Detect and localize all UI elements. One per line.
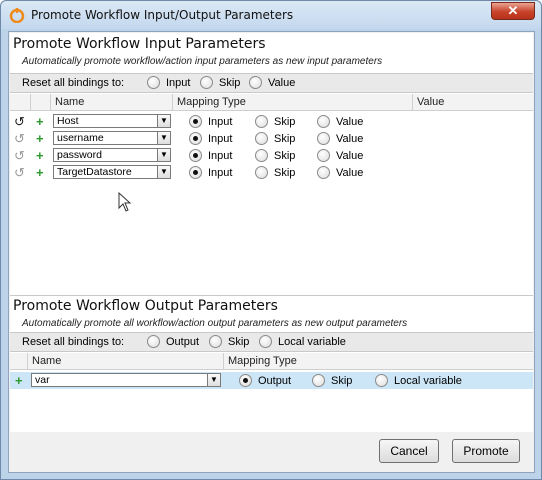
radio-icon[interactable] — [317, 149, 330, 162]
add-icon[interactable]: + — [36, 149, 44, 162]
radio-icon[interactable] — [249, 76, 262, 89]
output-section-subtitle: Automatically promote all workflow/actio… — [22, 318, 408, 329]
radio-icon[interactable] — [255, 132, 268, 145]
parameter-name-combo[interactable]: username ▼ — [53, 131, 171, 145]
mapping-local-variable-option[interactable]: Local variable — [375, 374, 462, 387]
chevron-down-icon[interactable]: ▼ — [157, 166, 170, 178]
undo-icon[interactable]: ↺ — [14, 132, 25, 145]
radio-icon[interactable] — [317, 115, 330, 128]
mapping-input-option[interactable]: Input — [189, 115, 232, 128]
chevron-down-icon[interactable]: ▼ — [157, 115, 170, 127]
input-reset-bar: Reset all bindings to: Input Skip Value — [10, 73, 533, 93]
undo-icon[interactable]: ↺ — [14, 166, 25, 179]
radio-icon[interactable] — [255, 166, 268, 179]
radio-icon[interactable] — [375, 374, 388, 387]
output-reset-bar: Reset all bindings to: Output Skip Local… — [10, 332, 533, 352]
radio-icon[interactable] — [255, 115, 268, 128]
parameter-name-combo[interactable]: Host ▼ — [53, 114, 171, 128]
column-header-value[interactable]: Value — [413, 94, 533, 110]
table-row[interactable]: + var ▼ Output Skip Local variable — [10, 372, 533, 389]
radio-icon[interactable] — [189, 132, 202, 145]
mapping-input-option[interactable]: Input — [189, 132, 232, 145]
column-header-name[interactable]: Name — [51, 94, 173, 110]
mapping-value-option[interactable]: Value — [317, 132, 363, 145]
undo-icon[interactable]: ↺ — [14, 115, 25, 128]
radio-icon[interactable] — [147, 76, 160, 89]
radio-icon[interactable] — [317, 132, 330, 145]
column-header-mapping-type[interactable]: Mapping Type — [224, 353, 533, 369]
mapping-output-option[interactable]: Output — [239, 374, 291, 387]
output-section-title: Promote Workflow Output Parameters — [13, 298, 278, 314]
output-reset-skip-option[interactable]: Skip — [209, 335, 249, 348]
radio-icon[interactable] — [259, 335, 272, 348]
mapping-skip-option[interactable]: Skip — [255, 115, 295, 128]
column-header-mapping-type[interactable]: Mapping Type — [173, 94, 413, 110]
mapping-value-option[interactable]: Value — [317, 166, 363, 179]
radio-icon[interactable] — [200, 76, 213, 89]
chevron-down-icon[interactable]: ▼ — [157, 149, 170, 161]
mapping-skip-option[interactable]: Skip — [255, 149, 295, 162]
output-reset-local-variable-option[interactable]: Local variable — [259, 335, 346, 348]
parameter-name-combo[interactable]: TargetDatastore ▼ — [53, 165, 171, 179]
radio-icon[interactable] — [189, 115, 202, 128]
mapping-value-option[interactable]: Value — [317, 115, 363, 128]
input-reset-skip-option[interactable]: Skip — [200, 76, 240, 89]
column-header-name[interactable]: Name — [28, 353, 224, 369]
input-section-title: Promote Workflow Input Parameters — [13, 36, 266, 52]
output-reset-output-option[interactable]: Output — [147, 335, 199, 348]
add-icon[interactable]: + — [36, 132, 44, 145]
mapping-value-option[interactable]: Value — [317, 149, 363, 162]
title-bar[interactable]: Promote Workflow Input/Output Parameters… — [1, 1, 541, 29]
output-reset-label: Reset all bindings to: — [22, 336, 125, 348]
close-icon: ✕ — [507, 3, 519, 18]
orchestrator-logo-icon — [9, 8, 25, 23]
radio-icon[interactable] — [209, 335, 222, 348]
add-icon[interactable]: + — [15, 374, 23, 387]
close-button[interactable]: ✕ — [491, 2, 535, 20]
mapping-skip-option[interactable]: Skip — [312, 374, 352, 387]
radio-icon[interactable] — [239, 374, 252, 387]
cancel-button[interactable]: Cancel — [379, 439, 439, 463]
promote-button[interactable]: Promote — [452, 439, 520, 463]
add-icon[interactable]: + — [36, 115, 44, 128]
input-section-subtitle: Automatically promote workflow/action in… — [22, 56, 383, 67]
parameter-name-combo[interactable]: password ▼ — [53, 148, 171, 162]
radio-icon[interactable] — [147, 335, 160, 348]
input-table-header: Name Mapping Type Value — [10, 94, 533, 111]
add-icon[interactable]: + — [36, 166, 44, 179]
input-reset-label: Reset all bindings to: — [22, 77, 125, 89]
radio-icon[interactable] — [255, 149, 268, 162]
radio-icon[interactable] — [317, 166, 330, 179]
radio-icon[interactable] — [189, 149, 202, 162]
table-row[interactable]: ↺ + Host ▼ Input Skip Value — [10, 113, 533, 130]
radio-icon[interactable] — [189, 166, 202, 179]
mapping-skip-option[interactable]: Skip — [255, 166, 295, 179]
parameter-name-combo[interactable]: var ▼ — [31, 373, 221, 387]
input-reset-value-option[interactable]: Value — [249, 76, 295, 89]
chevron-down-icon[interactable]: ▼ — [207, 374, 220, 386]
mouse-cursor-icon — [118, 192, 132, 212]
chevron-down-icon[interactable]: ▼ — [157, 132, 170, 144]
dialog-body: Promote Workflow Input Parameters Automa… — [8, 31, 535, 473]
mapping-input-option[interactable]: Input — [189, 149, 232, 162]
table-row[interactable]: ↺ + password ▼ Input Skip Value — [10, 147, 533, 164]
table-row[interactable]: ↺ + username ▼ Input Skip Value — [10, 130, 533, 147]
dialog-window: Promote Workflow Input/Output Parameters… — [0, 0, 542, 480]
radio-icon[interactable] — [312, 374, 325, 387]
mapping-skip-option[interactable]: Skip — [255, 132, 295, 145]
input-reset-input-option[interactable]: Input — [147, 76, 190, 89]
mapping-input-option[interactable]: Input — [189, 166, 232, 179]
output-table-header: Name Mapping Type — [10, 353, 533, 370]
undo-icon[interactable]: ↺ — [14, 149, 25, 162]
table-row[interactable]: ↺ + TargetDatastore ▼ Input Skip Value — [10, 164, 533, 181]
window-title: Promote Workflow Input/Output Parameters — [31, 8, 294, 22]
